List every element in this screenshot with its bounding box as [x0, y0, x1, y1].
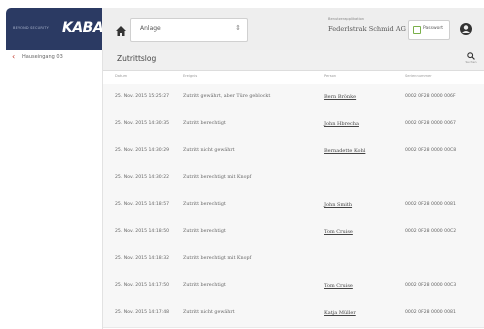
cell-serial: 0002 0F28 0000 00C3: [405, 283, 457, 288]
cell-serial: 0002 0F28 0000 00C8: [405, 148, 457, 153]
page-title: Zutrittslog: [117, 54, 157, 63]
table-row: 25. Nov. 2015 14:18:32 Zutritt berechtig…: [103, 246, 484, 274]
column-header-person: Person: [324, 74, 337, 78]
brand-subtitle: BEYOND SECURITY: [13, 26, 49, 30]
cell-date: 25. Nov. 2015 14:30:29: [115, 148, 170, 153]
table-row: 25. Nov. 2015 14:18:57 Zutritt berechtig…: [103, 192, 484, 220]
cell-event: Zutritt berechtigt mit Knopf: [183, 175, 252, 180]
search-button[interactable]: Suchen: [464, 52, 478, 64]
search-label: Suchen: [465, 60, 477, 64]
anlage-selector[interactable]: Anlage ⇕: [130, 18, 248, 42]
key-icon: [413, 26, 421, 34]
cell-person-link[interactable]: Bern Brönke: [324, 94, 356, 100]
home-icon[interactable]: [115, 22, 127, 36]
cell-serial: 0002 0F28 0000 0067: [405, 121, 456, 126]
cell-serial: 0002 0F28 0000 0081: [405, 202, 456, 207]
table-header: Datum Ereignis Person Seriennummer: [103, 70, 484, 85]
cell-date: 25. Nov. 2015 14:18:32: [115, 256, 170, 261]
cell-date: 25. Nov. 2015 14:30:22: [115, 175, 170, 180]
column-header-event: Ereignis: [183, 74, 198, 78]
cell-date: 25. Nov. 2015 14:18:50: [115, 229, 170, 234]
app-window: BEYOND SECURITY KABA Anlage ⇕ Benutzerap…: [0, 0, 484, 329]
column-header-date: Datum: [115, 74, 128, 78]
cell-person-link[interactable]: John Smith: [324, 202, 352, 208]
cell-event: Zutritt berechtigt: [183, 283, 226, 288]
table-row: 25. Nov. 2015 14:17:48 Zutritt nicht gew…: [103, 300, 484, 328]
cell-date: 25. Nov. 2015 15:25:27: [115, 94, 170, 99]
cell-event: Zutritt gewährt, aber Türe geblockt: [183, 94, 271, 99]
app-label: Benutzerapplikation: [328, 17, 365, 21]
cell-person-link[interactable]: Tom Cruise: [324, 229, 353, 235]
brand-name: KABA: [62, 20, 104, 36]
chevron-left-icon: ‹: [12, 52, 16, 61]
title-bar: Zutrittslog Suchen: [103, 50, 484, 71]
cell-event: Zutritt nicht gewährt: [183, 310, 235, 315]
top-bar: Anlage ⇕ Benutzerapplikation Federlstrak…: [102, 8, 484, 51]
cell-person-link[interactable]: John Hbrecha: [324, 121, 359, 127]
back-link-label: Hauseingang 03: [22, 54, 63, 60]
cell-date: 25. Nov. 2015 14:18:57: [115, 202, 170, 207]
password-button[interactable]: Passwort: [408, 20, 450, 40]
cell-event: Zutritt berechtigt: [183, 229, 226, 234]
table-row: 25. Nov. 2015 15:25:27 Zutritt gewährt, …: [103, 84, 484, 112]
column-header-serial: Seriennummer: [405, 74, 432, 78]
cell-date: 25. Nov. 2015 14:17:50: [115, 283, 170, 288]
cell-person-link[interactable]: Bernadette Kohl: [324, 148, 365, 154]
table-row: 25. Nov. 2015 14:18:50 Zutritt berechtig…: [103, 219, 484, 247]
cell-event: Zutritt berechtigt: [183, 121, 226, 126]
cell-event: Zutritt berechtigt mit Knopf: [183, 256, 252, 261]
cell-person-link[interactable]: Katja Müller: [324, 310, 356, 316]
cell-serial: 0002 0F28 0000 00C2: [405, 229, 457, 234]
password-button-label: Passwort: [423, 26, 444, 31]
main-panel: Zutrittslog Suchen Datum Ereignis Person…: [103, 50, 484, 329]
table-row: 25. Nov. 2015 14:30:35 Zutritt berechtig…: [103, 111, 484, 139]
user-icon[interactable]: [459, 21, 473, 35]
sidebar: ‹ Hauseingang 03: [6, 50, 103, 329]
table-row: 25. Nov. 2015 14:30:29 Zutritt nicht gew…: [103, 138, 484, 166]
table-row: 25. Nov. 2015 14:17:50 Zutritt berechtig…: [103, 273, 484, 301]
table-row: 25. Nov. 2015 14:30:22 Zutritt berechtig…: [103, 165, 484, 193]
cell-person-link[interactable]: Tom Cruise: [324, 283, 353, 289]
selector-toggle-icon: ⇕: [235, 24, 241, 32]
cell-date: 25. Nov. 2015 14:30:35: [115, 121, 170, 126]
brand-logo: BEYOND SECURITY KABA: [6, 8, 104, 50]
app-name: Federlstrak Schmid AG: [328, 25, 406, 33]
cell-event: Zutritt nicht gewährt: [183, 148, 235, 153]
cell-serial: 0002 0F28 0000 006F: [405, 94, 456, 99]
search-icon: [467, 52, 475, 60]
cell-event: Zutritt berechtigt: [183, 202, 226, 207]
anlage-selector-label: Anlage: [140, 25, 161, 32]
cell-date: 25. Nov. 2015 14:17:48: [115, 310, 170, 315]
cell-serial: 0002 0F28 0000 0081: [405, 310, 456, 315]
